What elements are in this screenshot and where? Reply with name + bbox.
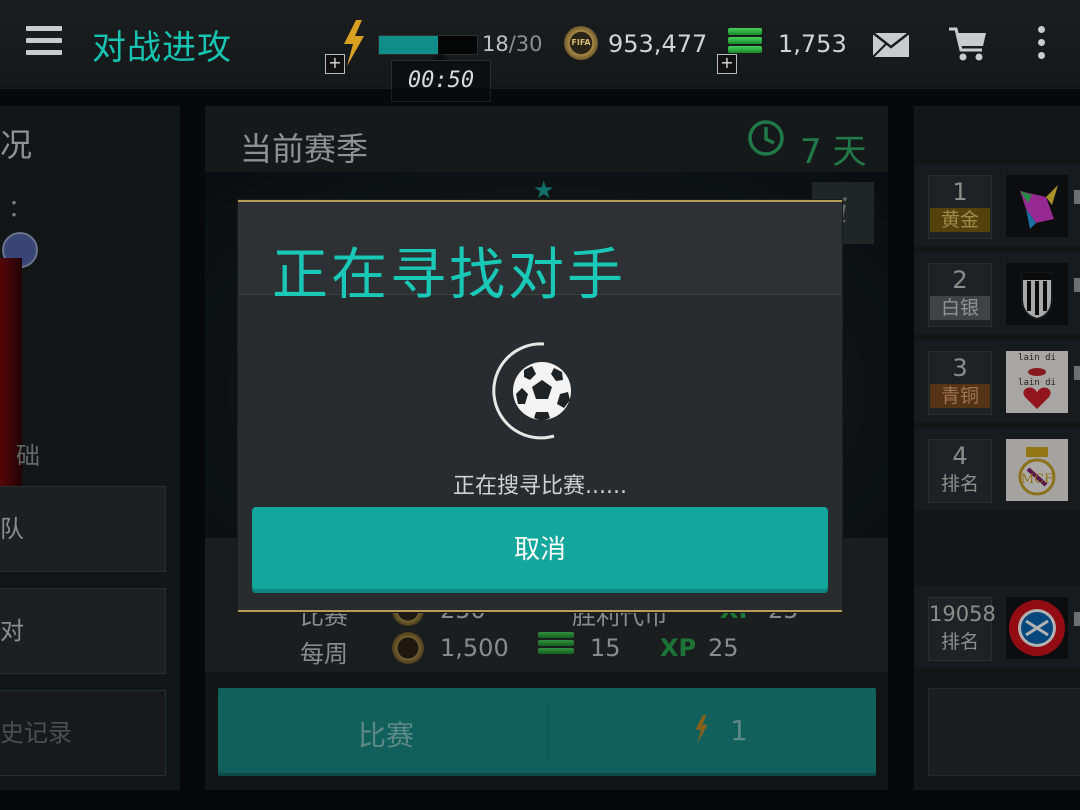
matchmaking-dialog: 正在寻找对手 正在搜寻比赛...... 取消	[238, 200, 842, 612]
energy-count: 18/30	[482, 32, 543, 56]
energy-bar-fill	[379, 36, 438, 54]
add-energy-plus-icon[interactable]: +	[325, 54, 345, 74]
dialog-title: 正在寻找对手	[272, 243, 626, 308]
loading-football-icon	[492, 342, 571, 440]
menu-icon[interactable]	[26, 26, 62, 60]
page-title: 对战进攻	[92, 28, 232, 68]
coin-icon: FIFA	[564, 26, 598, 60]
searching-status: 正在搜寻比赛......	[453, 474, 627, 499]
cancel-button[interactable]: 取消	[252, 507, 828, 593]
dialog-header: 正在寻找对手	[238, 202, 842, 308]
top-bar: 对战进攻 + 18/30 FIFA 953,477 + 1,753	[0, 0, 1080, 89]
cart-icon[interactable]	[948, 26, 988, 62]
mail-icon[interactable]	[872, 32, 910, 58]
points-count: 1,753	[778, 30, 847, 58]
coins-count: 953,477	[608, 30, 708, 58]
energy-bar	[378, 35, 478, 55]
more-vertical-icon[interactable]	[1036, 26, 1046, 62]
add-points-plus-icon[interactable]: +	[717, 54, 737, 74]
